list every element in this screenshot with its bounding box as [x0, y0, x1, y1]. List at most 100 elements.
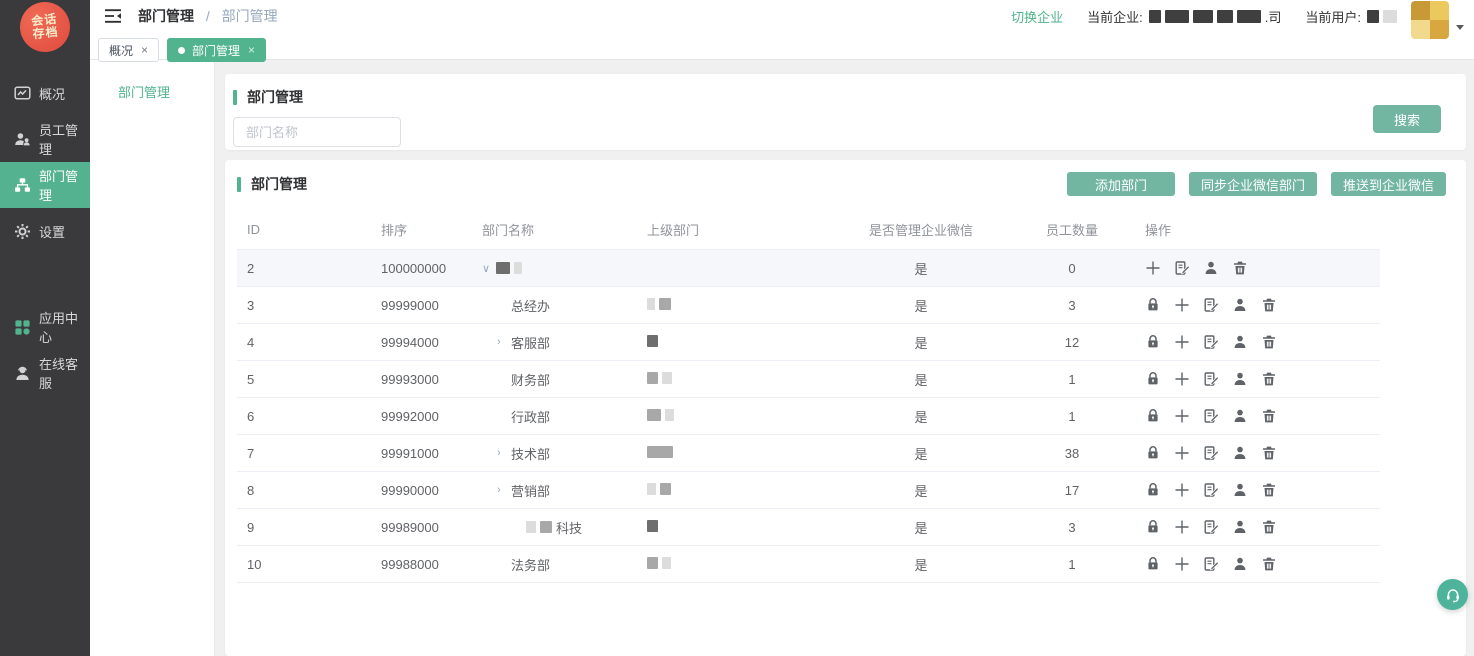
edit-icon[interactable]	[1203, 297, 1219, 313]
edit-icon[interactable]	[1203, 408, 1219, 424]
current-company-label: 当前企业:	[1087, 7, 1143, 26]
add-child-icon[interactable]	[1174, 519, 1190, 535]
members-icon[interactable]	[1232, 408, 1248, 424]
company-name-redacted	[1149, 10, 1265, 23]
members-icon[interactable]	[1232, 519, 1248, 535]
tab-close-icon[interactable]: ×	[248, 43, 255, 57]
delete-icon[interactable]	[1261, 334, 1277, 350]
add-child-icon[interactable]	[1174, 556, 1190, 572]
members-icon[interactable]	[1232, 556, 1248, 572]
cell-employee-count: 3	[1009, 520, 1135, 535]
edit-icon[interactable]	[1203, 519, 1219, 535]
sidebar-item-users[interactable]: 员工管理	[0, 116, 90, 162]
edit-icon[interactable]	[1203, 482, 1219, 498]
table-row[interactable]: 2 100000000 ∨ 是 0	[237, 250, 1380, 287]
column-header-操作: 操作	[1135, 220, 1380, 239]
delete-icon[interactable]	[1261, 556, 1277, 572]
cell-manage-wecom: 是	[833, 555, 1009, 574]
department-table: ID排序部门名称上级部门是否管理企业微信员工数量操作 2 100000000 ∨…	[237, 210, 1380, 583]
lock-icon[interactable]	[1145, 334, 1161, 350]
members-icon[interactable]	[1232, 371, 1248, 387]
delete-icon[interactable]	[1261, 408, 1277, 424]
lock-icon[interactable]	[1145, 482, 1161, 498]
action-button-推送到企业微信[interactable]: 推送到企业微信	[1331, 172, 1446, 196]
delete-icon[interactable]	[1261, 445, 1277, 461]
lock-icon[interactable]	[1145, 371, 1161, 387]
sidebar-item-service[interactable]: 在线客服	[0, 350, 90, 396]
sidebar-item-chart[interactable]: 概况	[0, 70, 90, 116]
title-accent-bar	[237, 177, 241, 192]
delete-icon[interactable]	[1261, 519, 1277, 535]
members-icon[interactable]	[1232, 297, 1248, 313]
switch-company-link[interactable]: 切换企业	[1011, 7, 1063, 26]
add-child-icon[interactable]	[1174, 334, 1190, 350]
subsidebar-item-部门管理[interactable]: 部门管理	[90, 60, 214, 101]
table-row[interactable]: 6 99992000 行政部 是 1	[237, 398, 1380, 435]
sidebar-item-org[interactable]: 部门管理	[0, 162, 90, 208]
add-child-icon[interactable]	[1174, 371, 1190, 387]
table-row[interactable]: 4 99994000 › 客服部 是 12	[237, 324, 1380, 361]
add-child-icon[interactable]	[1174, 297, 1190, 313]
tree-expand-icon[interactable]: ∨	[482, 262, 496, 275]
menu-fold-icon[interactable]	[104, 8, 122, 24]
tab-部门管理[interactable]: 部门管理×	[167, 38, 266, 62]
tab-概况[interactable]: 概况×	[98, 38, 159, 62]
user-menu-caret-icon[interactable]	[1456, 25, 1464, 30]
tree-expand-icon[interactable]: ›	[497, 484, 511, 496]
breadcrumb-root[interactable]: 部门管理	[138, 8, 194, 24]
delete-icon[interactable]	[1232, 260, 1248, 276]
members-icon[interactable]	[1203, 260, 1219, 276]
table-row[interactable]: 8 99990000 › 营销部 是 17	[237, 472, 1380, 509]
table-card-title-text: 部门管理	[251, 174, 307, 194]
members-icon[interactable]	[1232, 334, 1248, 350]
table-card-title: 部门管理	[237, 174, 307, 194]
lock-icon[interactable]	[1145, 297, 1161, 313]
cell-sort: 99994000	[371, 335, 472, 350]
edit-icon[interactable]	[1203, 334, 1219, 350]
app-logo[interactable]: 会话 存档	[18, 0, 73, 54]
delete-icon[interactable]	[1261, 297, 1277, 313]
add-child-icon[interactable]	[1174, 445, 1190, 461]
table-row[interactable]: 9 99989000 科技 是 3	[237, 509, 1380, 546]
lock-icon[interactable]	[1145, 519, 1161, 535]
tab-close-icon[interactable]: ×	[141, 43, 148, 57]
lock-icon[interactable]	[1145, 408, 1161, 424]
action-button-添加部门[interactable]: 添加部门	[1067, 172, 1175, 196]
tree-expand-icon[interactable]: ›	[497, 447, 511, 459]
delete-icon[interactable]	[1261, 482, 1277, 498]
sidebar-item-apps[interactable]: 应用中心	[0, 304, 90, 350]
add-child-icon[interactable]	[1145, 260, 1161, 276]
members-icon[interactable]	[1232, 482, 1248, 498]
edit-icon[interactable]	[1203, 445, 1219, 461]
tab-bar: 概况× 部门管理×	[90, 32, 1474, 62]
table-row[interactable]: 7 99991000 › 技术部 是 38	[237, 435, 1380, 472]
action-button-同步企业微信部门[interactable]: 同步企业微信部门	[1189, 172, 1317, 196]
column-header-排序: 排序	[371, 220, 472, 239]
table-row[interactable]: 10 99988000 法务部 是 1	[237, 546, 1380, 583]
cell-employee-count: 1	[1009, 372, 1135, 387]
filter-card-title: 部门管理	[233, 87, 1441, 107]
department-name-input[interactable]	[233, 117, 401, 147]
delete-icon[interactable]	[1261, 371, 1277, 387]
sidebar-item-gear[interactable]: 设置	[0, 208, 90, 254]
current-user-label: 当前用户:	[1305, 7, 1361, 26]
cell-sort: 99990000	[371, 483, 472, 498]
add-child-icon[interactable]	[1174, 482, 1190, 498]
edit-icon[interactable]	[1203, 556, 1219, 572]
table-row[interactable]: 3 99999000 总经办 是 3	[237, 287, 1380, 324]
members-icon[interactable]	[1232, 445, 1248, 461]
edit-icon[interactable]	[1174, 260, 1190, 276]
edit-icon[interactable]	[1203, 371, 1219, 387]
lock-icon[interactable]	[1145, 445, 1161, 461]
lock-icon[interactable]	[1145, 556, 1161, 572]
add-child-icon[interactable]	[1174, 408, 1190, 424]
apps-icon	[14, 319, 31, 336]
tree-expand-icon[interactable]: ›	[497, 336, 511, 348]
table-header-row: ID排序部门名称上级部门是否管理企业微信员工数量操作	[237, 210, 1380, 250]
table-row[interactable]: 5 99993000 财务部 是 1	[237, 361, 1380, 398]
online-service-float-button[interactable]	[1437, 579, 1468, 610]
search-button[interactable]: 搜索	[1373, 105, 1441, 133]
redacted-block	[526, 521, 536, 533]
cell-parent-department	[637, 298, 833, 313]
user-avatar[interactable]	[1411, 1, 1449, 39]
